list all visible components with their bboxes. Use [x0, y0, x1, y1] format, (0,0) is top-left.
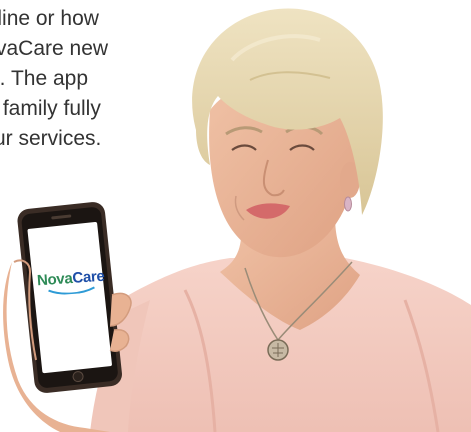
intro-paragraph: online or how vaCare new e. The app r fa…: [0, 4, 125, 154]
logo-word-care: Care: [71, 267, 106, 287]
promo-panel: online or how vaCare new e. The app r fa…: [0, 0, 471, 432]
smartphone: [17, 202, 122, 393]
earring-shape: [344, 196, 352, 212]
intro-line: e. The app: [0, 67, 89, 90]
intro-line: ur services.: [0, 127, 102, 150]
intro-line: online or how: [0, 7, 99, 30]
logo-word-nova: Nova: [36, 269, 74, 290]
intro-line: r family fully: [0, 97, 101, 120]
novacare-logo: NovaCare: [33, 267, 108, 296]
intro-line: vaCare new: [0, 37, 109, 60]
